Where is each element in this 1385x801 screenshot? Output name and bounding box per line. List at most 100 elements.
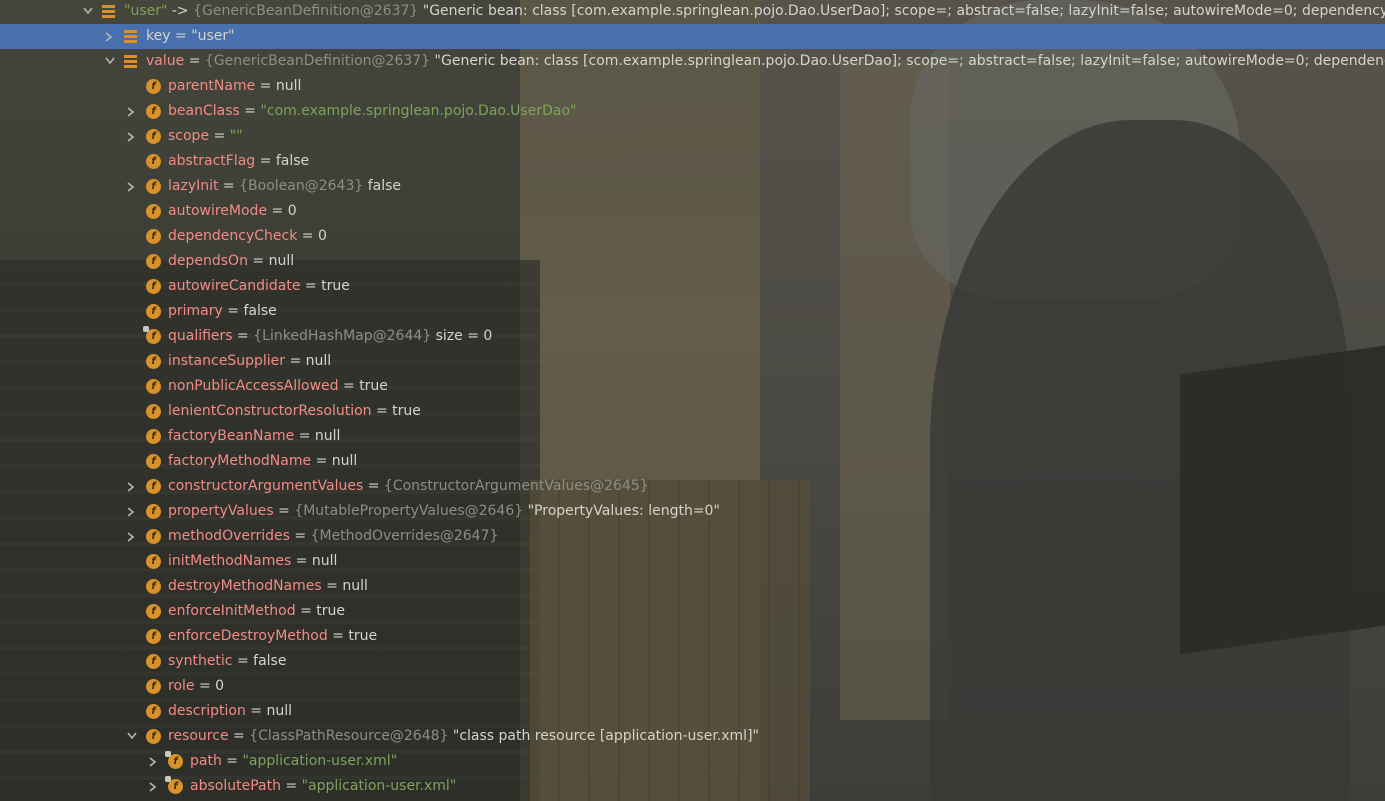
assignment-operator: = (295, 603, 317, 619)
chevron-right-icon[interactable] (125, 474, 139, 499)
variable-value: null (275, 78, 302, 94)
tree-row[interactable]: f constructorArgumentValues = {Constructo… (0, 474, 1385, 499)
tree-row[interactable]: f scope = "" (0, 124, 1385, 149)
tree-row[interactable]: f abstractFlag = false (0, 149, 1385, 174)
chevron-right-icon[interactable] (125, 499, 139, 524)
tree-row[interactable]: f dependsOn = null (0, 249, 1385, 274)
chevron-right-icon[interactable] (125, 99, 139, 124)
tree-row-content: value = {GenericBeanDefinition@2637} "Ge… (146, 49, 1385, 74)
assignment-operator: = (245, 703, 267, 719)
assignment-operator: = (311, 453, 332, 469)
tree-row[interactable]: f methodOverrides = {MethodOverrides@2647… (0, 524, 1385, 549)
chevron-right-icon[interactable] (147, 749, 161, 774)
tree-row[interactable]: f lenientConstructorResolution = true (0, 399, 1385, 424)
assignment-operator: = (194, 678, 216, 694)
chevron-right-icon[interactable] (125, 524, 139, 549)
tree-row-content: parentName = null (168, 74, 301, 99)
tree-row[interactable]: "user" -> {GenericBeanDefinition@2637} "… (0, 0, 1385, 24)
tree-row-content: enforceDestroyMethod = true (168, 624, 377, 649)
assignment-operator: = (273, 503, 295, 519)
tree-row[interactable]: f propertyValues = {MutablePropertyValues… (0, 499, 1385, 524)
tree-row[interactable]: f absolutePath = "application-user.xml" (0, 774, 1385, 799)
field-icon: f (146, 679, 161, 694)
variable-name: autowireMode (168, 203, 268, 219)
tree-row[interactable]: f role = 0 (0, 674, 1385, 699)
tree-row[interactable]: f lazyInit = {Boolean@2643} false (0, 174, 1385, 199)
tree-row-content: dependsOn = null (168, 249, 294, 274)
variable-value: size = 0 (431, 328, 493, 344)
tree-row[interactable]: f parentName = null (0, 74, 1385, 99)
tree-row[interactable]: f enforceDestroyMethod = true (0, 624, 1385, 649)
variable-name: nonPublicAccessAllowed (168, 378, 339, 394)
chevron-right-icon[interactable] (125, 174, 139, 199)
tree-row-content: scope = "" (168, 124, 243, 149)
tree-row-content: factoryBeanName = null (168, 424, 340, 449)
variable-name: abstractFlag (168, 153, 256, 169)
tree-row[interactable]: f enforceInitMethod = true (0, 599, 1385, 624)
object-reference: {MethodOverrides@2647} (310, 528, 499, 544)
tree-row[interactable]: value = {GenericBeanDefinition@2637} "Ge… (0, 49, 1385, 74)
tree-row[interactable]: f factoryBeanName = null (0, 424, 1385, 449)
assignment-operator: = (184, 53, 205, 69)
chevron-down-icon[interactable] (81, 0, 95, 24)
variable-value: true (316, 603, 346, 619)
variable-value: true (359, 378, 388, 394)
variable-value: 0 (215, 678, 225, 694)
tree-row[interactable]: f synthetic = false (0, 649, 1385, 674)
chevron-down-icon[interactable] (125, 724, 139, 749)
tree-row[interactable]: f instanceSupplier = null (0, 349, 1385, 374)
tree-row-content: path = "application-user.xml" (190, 749, 397, 774)
object-reference: {ClassPathResource@2648} (249, 728, 449, 744)
tree-row[interactable]: f autowireMode = 0 (0, 199, 1385, 224)
variable-value: "application-user.xml" (301, 778, 457, 794)
chevron-right-icon[interactable] (147, 774, 161, 799)
tree-row[interactable]: f resource = {ClassPathResource@2648} "cl… (0, 724, 1385, 749)
variable-value: 0 (287, 203, 297, 219)
variable-value: true (392, 403, 421, 419)
assignment-operator: = (363, 478, 384, 494)
assignment-operator: = (221, 753, 243, 769)
chevron-down-icon[interactable] (103, 49, 117, 74)
variable-value: null (342, 578, 368, 594)
variable-name: resource (168, 728, 229, 744)
tree-row[interactable]: f initMethodNames = null (0, 549, 1385, 574)
object-reference: {Boolean@2643} (239, 178, 364, 194)
field-icon: f (146, 179, 161, 194)
assignment-operator: = (228, 728, 250, 744)
assignment-operator: = (321, 578, 343, 594)
tree-row-content: synthetic = false (168, 649, 286, 674)
variable-name: autowireCandidate (168, 278, 301, 294)
variable-name: synthetic (168, 653, 233, 669)
tree-row[interactable]: f qualifiers = {LinkedHashMap@2644} size … (0, 324, 1385, 349)
tree-row[interactable]: f primary = false (0, 299, 1385, 324)
tree-row-content: factoryMethodName = null (168, 449, 357, 474)
assignment-operator: = (247, 253, 269, 269)
variable-name: path (190, 753, 222, 769)
tree-row-content: autowireMode = 0 (168, 199, 297, 224)
variable-value: "com.example.springlean.pojo.Dao.UserDao… (260, 103, 577, 119)
assignment-operator: = (222, 303, 244, 319)
tree-row[interactable]: f description = null (0, 699, 1385, 724)
variable-value: "" (229, 128, 243, 144)
tree-row-content: enforceInitMethod = true (168, 599, 345, 624)
tree-row[interactable]: f dependencyCheck = 0 (0, 224, 1385, 249)
tree-row-content: destroyMethodNames = null (168, 574, 368, 599)
chevron-right-icon[interactable] (103, 24, 117, 49)
object-reference: {ConstructorArgumentValues@2645} (383, 478, 649, 494)
field-icon: f (146, 729, 161, 744)
variable-value: false (243, 303, 277, 319)
tree-row[interactable]: f destroyMethodNames = null (0, 574, 1385, 599)
variable-value: null (311, 553, 338, 569)
chevron-right-icon[interactable] (125, 124, 139, 149)
variable-name: enforceDestroyMethod (168, 628, 328, 644)
variable-value: 0 (317, 228, 327, 244)
array-entry-icon (124, 55, 137, 68)
tree-row[interactable]: f path = "application-user.xml" (0, 749, 1385, 774)
tree-row[interactable]: f factoryMethodName = null (0, 449, 1385, 474)
tree-row[interactable]: f beanClass = "com.example.springlean.poj… (0, 99, 1385, 124)
tree-row[interactable]: f nonPublicAccessAllowed = true (0, 374, 1385, 399)
tree-row[interactable]: key = "user" (0, 24, 1385, 49)
final-field-icon: f (165, 776, 183, 794)
tree-row[interactable]: f autowireCandidate = true (0, 274, 1385, 299)
field-icon: f (146, 529, 161, 544)
